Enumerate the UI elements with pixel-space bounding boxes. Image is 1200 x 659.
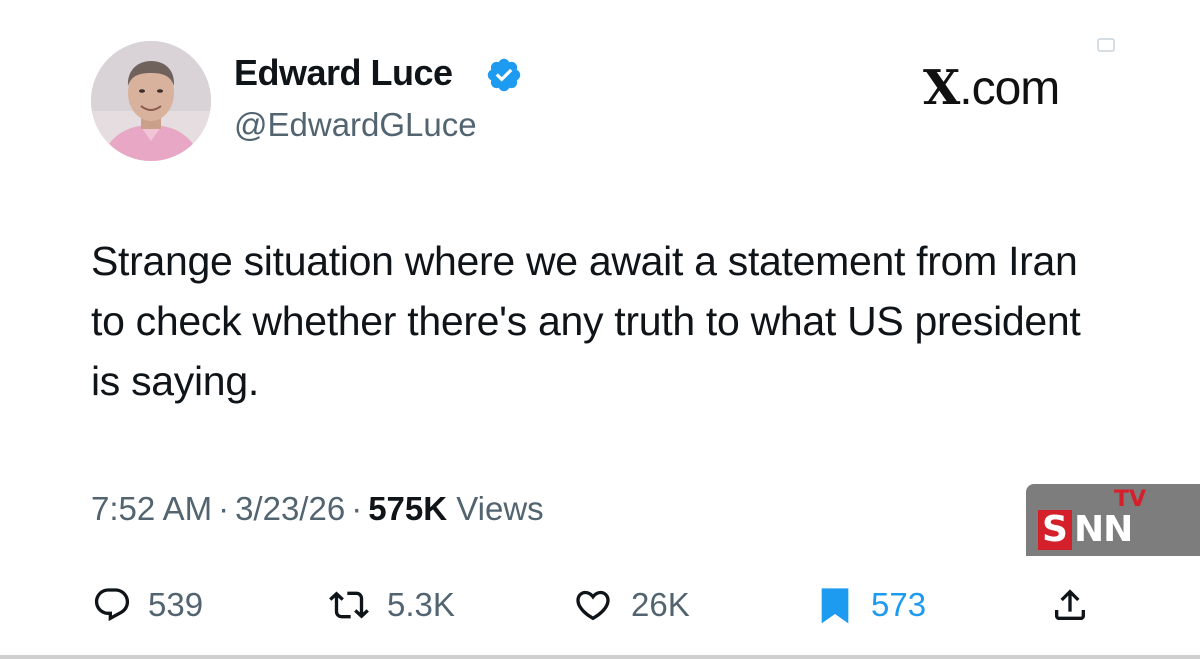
corner-mark-icon	[1097, 38, 1115, 52]
site-label: X.com	[923, 60, 1060, 116]
heart-icon	[576, 590, 610, 621]
tweet-meta: 7:52 AM · 3/23/26 · 575K Views	[91, 490, 544, 528]
author-name[interactable]: Edward Luce	[234, 52, 453, 94]
like-count: 26K	[631, 586, 690, 623]
retweet-icon	[329, 591, 369, 619]
author-handle[interactable]: @EdwardGLuce	[234, 106, 477, 144]
watermark-nn: NN	[1074, 509, 1133, 550]
snn-tv-watermark: S NN TV	[1026, 484, 1200, 556]
views-count: 575K	[368, 490, 448, 527]
tweet-date[interactable]: 3/23/26	[235, 490, 345, 527]
share-button[interactable]	[1050, 580, 1090, 630]
bottom-divider	[0, 655, 1200, 659]
reply-button[interactable]: 539	[92, 580, 203, 630]
bookmark-button[interactable]: 573	[815, 580, 926, 630]
reply-icon	[94, 588, 130, 622]
retweet-count: 5.3K	[387, 586, 455, 623]
retweet-button[interactable]: 5.3K	[327, 580, 455, 630]
avatar[interactable]	[91, 41, 211, 161]
watermark-tv: TV	[1114, 487, 1147, 512]
views-label: Views	[456, 490, 544, 527]
bookmark-icon	[821, 588, 849, 624]
tweet-text: Strange situation where we await a state…	[91, 238, 1081, 404]
tweet-screenshot: Edward Luce @EdwardGLuce X.com Strange s…	[0, 0, 1200, 659]
reply-count: 539	[148, 586, 204, 623]
share-icon	[1055, 589, 1085, 620]
like-button[interactable]: 26K	[571, 580, 690, 630]
bookmark-count: 573	[871, 586, 927, 623]
meta-separator: ·	[218, 490, 230, 527]
avatar-photo	[91, 41, 211, 161]
x-logo-letter: X	[923, 60, 960, 116]
verified-badge-icon	[487, 58, 521, 92]
meta-separator: ·	[351, 490, 363, 527]
site-domain: .com	[959, 62, 1060, 115]
tweet-time[interactable]: 7:52 AM	[91, 490, 212, 527]
watermark-s: S	[1038, 510, 1072, 550]
